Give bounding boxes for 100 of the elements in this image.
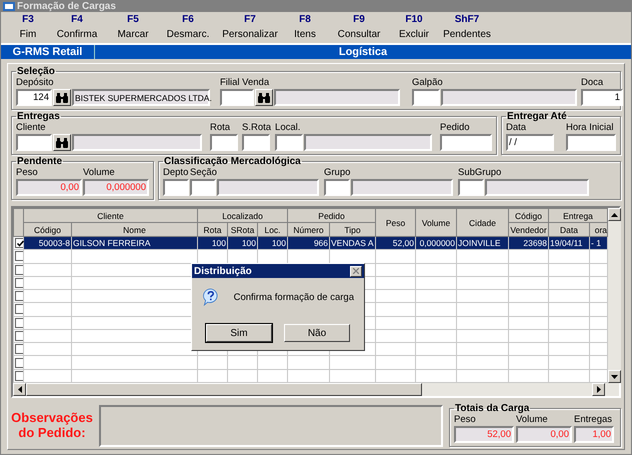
toolbar-button[interactable]: F3 Fim	[9, 14, 47, 40]
input-field[interactable]: / /	[506, 134, 554, 152]
input-field[interactable]: 1	[581, 89, 623, 106]
column-header[interactable]: Código	[24, 222, 72, 237]
check-icon	[16, 240, 24, 247]
column-group-header: Entrega	[548, 208, 608, 223]
readonly-field: 0,00	[516, 426, 572, 444]
binoculars-icon	[56, 138, 68, 148]
input-field[interactable]	[190, 179, 216, 196]
right-arrow-icon	[596, 386, 600, 394]
close-button[interactable]	[350, 266, 362, 276]
close-icon	[353, 268, 359, 274]
group-title: Classificação Mercadológica	[163, 156, 302, 168]
field-label: Depósito	[16, 77, 54, 88]
column-header[interactable]: Rota	[198, 222, 228, 237]
column-header[interactable]: Tipo	[330, 222, 376, 237]
field-label: Cliente	[16, 122, 47, 134]
group-title: Pendente	[16, 156, 64, 168]
toolbar-button[interactable]: F9 Consultar	[327, 14, 391, 40]
toolbar-button[interactable]: F5 Marcar	[107, 14, 159, 40]
module-name: Logística	[338, 44, 388, 60]
group-title: Entregar Até	[506, 111, 568, 122]
table-cell: JOINVILLE	[456, 236, 509, 250]
binoculars-icon	[258, 92, 270, 103]
table-cell: VENDAS A	[330, 236, 376, 250]
readonly-field: 1,00	[574, 426, 614, 444]
input-field[interactable]	[566, 134, 616, 152]
field-label: Filial Venda	[220, 77, 270, 88]
input-field[interactable]	[324, 179, 350, 196]
table-cell: 50003-8	[24, 236, 72, 250]
input-field[interactable]	[220, 89, 254, 106]
left-arrow-icon	[18, 386, 22, 394]
input-field[interactable]: 124	[16, 89, 52, 106]
column-group-header: Localizado	[198, 208, 288, 223]
toolbar-button[interactable]: F8 Itens	[283, 14, 327, 40]
field-label: Pedido	[440, 122, 471, 134]
field-label: Data	[506, 122, 528, 134]
dialog-button[interactable]: Sim	[206, 324, 272, 342]
column-group-header: Código	[508, 208, 549, 223]
column-group-header: Cliente	[24, 208, 198, 223]
column-header[interactable]: Peso	[376, 208, 416, 237]
question-icon	[202, 286, 220, 308]
field-label: Volume	[83, 167, 116, 178]
input-field[interactable]	[210, 134, 238, 152]
readonly-field: 52,00	[454, 426, 514, 444]
vertical-scrollbar[interactable]	[608, 208, 622, 384]
table-cell: 0,000000	[416, 236, 457, 250]
lookup-button[interactable]	[255, 89, 273, 106]
column-group-header: Pedido	[288, 208, 376, 223]
toolbar-button[interactable]: F10 Excluir	[391, 14, 437, 40]
column-header[interactable]: SRota	[228, 222, 258, 237]
input-field[interactable]	[163, 179, 189, 196]
horizontal-scrollbar[interactable]	[13, 383, 619, 396]
field-label: Entregas	[574, 414, 614, 426]
readonly-field: 0,00	[16, 179, 82, 196]
down-arrow-icon	[611, 374, 618, 379]
input-field[interactable]	[412, 89, 440, 106]
lookup-button[interactable]	[53, 134, 71, 152]
field-label: Galpão	[412, 77, 444, 88]
input-field[interactable]	[242, 134, 270, 152]
column-header[interactable]: Cidade	[456, 208, 509, 237]
table-cell: 966	[288, 236, 330, 250]
field-label: Peso	[16, 167, 39, 178]
dialog-title: Distribuição	[194, 266, 252, 276]
notes-label: Observações do Pedido:	[11, 410, 93, 440]
toolbar-button[interactable]: F6 Desmarc.	[159, 14, 217, 40]
readonly-field: BISTEK SUPERMERCADOS LTDA.	[72, 89, 210, 106]
table-cell: 19/04/11	[548, 236, 590, 250]
up-arrow-icon	[611, 212, 618, 217]
field-label: Peso	[454, 414, 477, 426]
toolbar-button[interactable]: F4 Confirma	[47, 14, 107, 40]
column-header[interactable]: Vendedor	[508, 222, 549, 237]
lookup-button[interactable]	[53, 89, 71, 106]
input-field[interactable]	[458, 179, 484, 196]
toolbar-button[interactable]: ShF7 Pendentes	[437, 14, 497, 40]
window-title: Formação de Cargas	[17, 1, 116, 12]
input-field[interactable]	[275, 134, 304, 152]
dialog-button[interactable]: Não	[284, 324, 350, 342]
column-header[interactable]: Volume	[416, 208, 457, 237]
table-cell: GILSON FERREIRA	[72, 236, 198, 250]
product-name: G-RMS Retail	[1, 44, 95, 60]
field-label: Rota	[210, 122, 232, 134]
group-title: Seleção	[16, 66, 56, 78]
input-field[interactable]	[16, 134, 52, 152]
column-header[interactable]: Loc.	[258, 222, 288, 237]
input-field[interactable]	[440, 134, 492, 152]
field-label: Volume	[516, 414, 549, 426]
table-cell: 23698	[508, 236, 549, 250]
binoculars-icon	[56, 92, 68, 103]
app-icon	[3, 2, 15, 12]
column-header[interactable]: Número	[288, 222, 330, 237]
column-header[interactable]: Data	[548, 222, 590, 237]
group-title: Entregas	[16, 111, 61, 122]
column-header[interactable]: Nome	[72, 222, 198, 237]
readonly-field: 0,000000	[83, 179, 149, 196]
field-label: Seção	[190, 167, 218, 178]
field-label: Grupo	[324, 167, 352, 178]
dialog-message: Confirma formação de carga	[234, 292, 354, 302]
toolbar-button[interactable]: F7 Personalizar	[217, 14, 283, 40]
field-label: SubGrupo	[458, 167, 502, 178]
